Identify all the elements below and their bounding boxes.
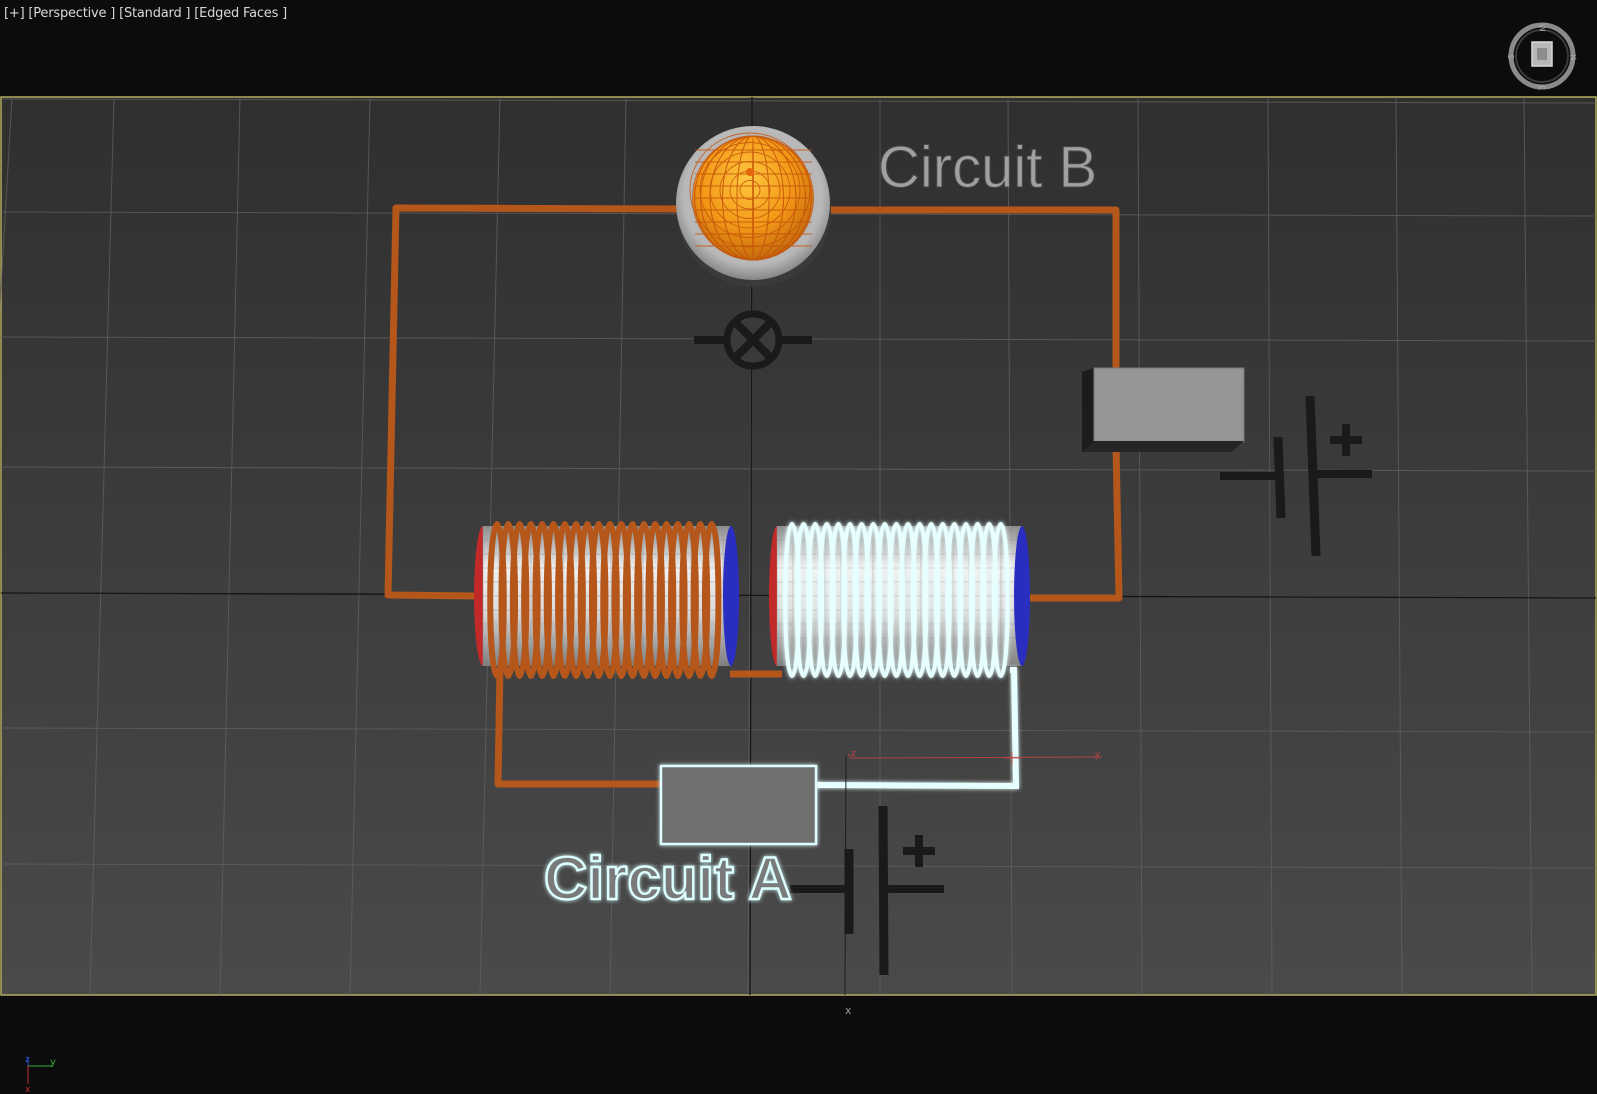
viewport-scene[interactable]: z y Circuit B Circuit A (0, 0, 1597, 1094)
viewcube-east-label: E (1536, 84, 1546, 91)
world-axis-tripod: z y x (25, 1055, 56, 1094)
viewcube-north-label: N (1568, 54, 1578, 61)
circuit-a-label[interactable]: Circuit A (543, 844, 793, 913)
viewcube[interactable]: W S N E (1504, 18, 1580, 94)
viewcube-south-label: S (1507, 53, 1517, 60)
gizmo-z-label: z (851, 749, 856, 759)
light-bulb[interactable] (676, 126, 831, 287)
world-axis-y: y (50, 1057, 56, 1068)
axis-x-label: x (845, 1004, 852, 1017)
circuit-b-battery-box[interactable] (1082, 367, 1245, 452)
circuit-a-battery-box[interactable] (659, 764, 818, 846)
primary-coil[interactable] (474, 521, 739, 680)
world-axis-x: x (25, 1085, 31, 1094)
circuit-b-label[interactable]: Circuit B (878, 135, 1098, 201)
secondary-coil[interactable] (769, 522, 1030, 679)
gizmo-y-label: y (1095, 750, 1101, 760)
viewcube-west-label: W (1537, 23, 1547, 32)
world-axis-z: z (25, 1055, 30, 1065)
